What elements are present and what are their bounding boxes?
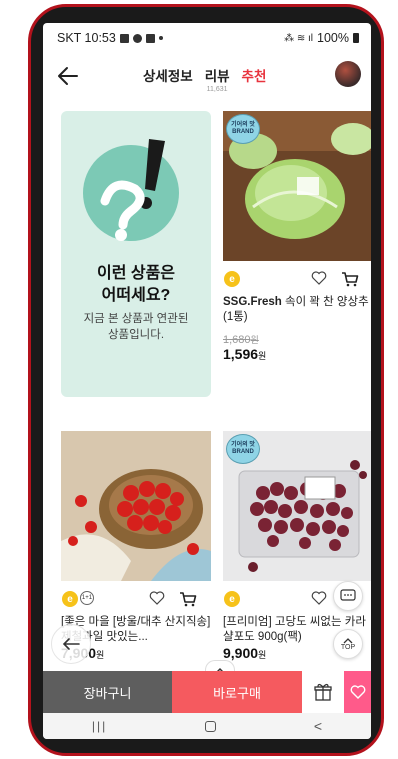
tab-recommend[interactable]: 추천 xyxy=(242,65,267,93)
carrier-time: SKT 10:53 xyxy=(57,31,116,45)
recent-apps-icon[interactable]: ||| xyxy=(92,719,107,733)
promo-description: 지금 본 상품과 연관된 상품입니다. xyxy=(83,313,189,341)
product-image[interactable]: 기어의 맛 BRAND xyxy=(223,431,371,581)
review-count: 11,631 xyxy=(206,86,228,93)
status-bar: SKT 10:53 ⁂ ≋ ıl 100% xyxy=(43,23,371,53)
coin-icon: e xyxy=(224,271,240,287)
battery-icon xyxy=(353,33,359,43)
original-price: 1,680원 xyxy=(223,334,259,346)
brand-badge: 기어의 맛 BRAND xyxy=(226,114,260,144)
add-to-cart-button[interactable]: 장바구니 xyxy=(43,671,172,713)
wifi-signal-icon: ⁂ ≋ ıl xyxy=(284,32,314,44)
system-nav-bar: ||| < xyxy=(43,713,371,739)
tab-reviews[interactable]: 리뷰 11,631 xyxy=(205,65,230,93)
more-notifications-icon xyxy=(158,36,163,40)
screen: SKT 10:53 ⁂ ≋ ıl 100% 상세정보 리뷰 11,631 추천 … xyxy=(43,23,371,739)
gift-icon xyxy=(314,683,332,701)
back-arrow-icon[interactable] xyxy=(55,63,81,89)
scroll-top-button[interactable]: TOP xyxy=(333,629,363,659)
phone-frame: SKT 10:53 ⁂ ≋ ıl 100% 상세정보 리뷰 11,631 추천 … xyxy=(28,4,384,756)
gallery-icon xyxy=(119,33,129,43)
question-mark-icon xyxy=(83,139,179,241)
heart-icon[interactable] xyxy=(311,590,327,606)
home-icon[interactable] xyxy=(205,720,217,732)
floating-back-button[interactable] xyxy=(51,624,91,664)
tab-details[interactable]: 상세정보 xyxy=(143,65,193,93)
sale-price: 1,596원 xyxy=(223,346,267,362)
image-icon xyxy=(145,33,155,43)
battery-level: 100% xyxy=(317,31,349,45)
product-card[interactable]: e 1+1 [좋은 마을 [방울/대추 산지직송] 제철과일 맛있는... 7,… xyxy=(61,431,211,661)
like-button[interactable] xyxy=(344,671,371,713)
recommend-content: 이런 상품은 어떠세요? 지금 본 상품과 연관된 상품입니다. 기어의 맛 B… xyxy=(43,101,371,680)
heart-icon xyxy=(350,685,365,699)
product-name[interactable]: SSG.Fresh 속이 꽉 찬 양상추(1통) xyxy=(223,295,371,325)
coin-icon: e xyxy=(224,591,240,607)
detail-tabs: 상세정보 리뷰 11,631 추천 xyxy=(143,65,266,93)
promo-title: 이런 상품은 어떠세요? xyxy=(96,265,176,304)
heart-icon[interactable] xyxy=(149,590,165,606)
avatar[interactable] xyxy=(335,61,361,87)
bottom-action-bar: 장바구니 바로구매 xyxy=(43,671,371,713)
nav-back-icon[interactable]: < xyxy=(314,718,322,734)
coin-icon: e xyxy=(62,591,78,607)
product-card[interactable]: 기어의 맛 BRAND e [프리미엄] 고당도 씨없는 카라샬포도 900g(… xyxy=(223,431,371,661)
heart-icon[interactable] xyxy=(311,270,327,286)
back-arrow-icon xyxy=(62,638,80,650)
gift-button[interactable] xyxy=(302,671,344,713)
chat-icon xyxy=(340,589,356,601)
promo-card: 이런 상품은 어떠세요? 지금 본 상품과 연관된 상품입니다. xyxy=(61,111,211,397)
header: 상세정보 리뷰 11,631 추천 xyxy=(43,53,371,101)
product-card[interactable]: 기어의 맛 BRAND e SSG.Fresh 속이 꽉 찬 양상추(1통) 1… xyxy=(223,111,371,362)
brand-badge: 기어의 맛 BRAND xyxy=(226,434,260,464)
chat-button[interactable] xyxy=(333,581,363,611)
product-image[interactable]: 기어의 맛 BRAND xyxy=(223,111,371,261)
cart-icon[interactable] xyxy=(341,270,359,288)
one-plus-one-tag: 1+1 xyxy=(80,591,94,605)
product-image[interactable] xyxy=(61,431,211,581)
product-actions: e xyxy=(223,267,371,293)
buy-now-button[interactable]: 바로구매 xyxy=(172,671,302,713)
message-icon xyxy=(132,33,142,43)
product-actions: e 1+1 xyxy=(61,587,211,613)
cart-icon[interactable] xyxy=(179,590,197,608)
